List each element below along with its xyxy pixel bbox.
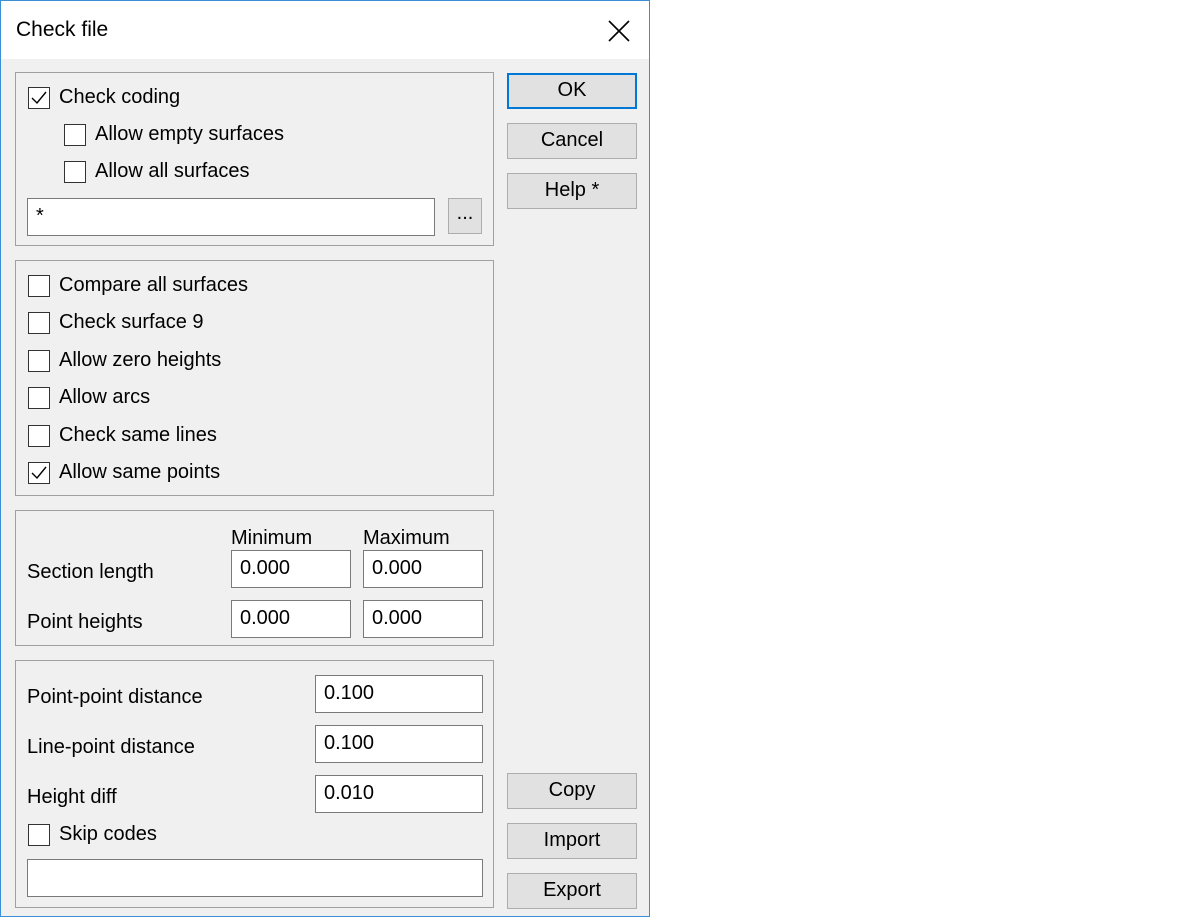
- import-button[interactable]: Import: [507, 823, 637, 859]
- check-file-dialog: Check file Check coding Allow empty surf…: [0, 0, 650, 917]
- ranges-group: Minimum Maximum Section length 0.000 0.0…: [15, 510, 494, 646]
- line-point-distance-label: Line-point distance: [27, 736, 195, 758]
- surface-filter-field[interactable]: *: [27, 198, 435, 236]
- tolerances-group: Point-point distance 0.100 Line-point di…: [15, 660, 494, 908]
- copy-button[interactable]: Copy: [507, 773, 637, 809]
- minimum-header: Minimum: [231, 527, 313, 549]
- point-point-distance-label: Point-point distance: [27, 686, 203, 708]
- point-heights-min-field[interactable]: 0.000: [231, 600, 351, 638]
- export-button[interactable]: Export: [507, 873, 637, 909]
- height-diff-field[interactable]: 0.010: [315, 775, 483, 813]
- title-bar: Check file: [1, 1, 649, 59]
- help-button[interactable]: Help *: [507, 173, 637, 209]
- checkmark-icon: [31, 91, 47, 105]
- maximum-header: Maximum: [363, 527, 450, 549]
- line-point-distance-field[interactable]: 0.100: [315, 725, 483, 763]
- point-heights-label: Point heights: [27, 611, 143, 633]
- cancel-button[interactable]: Cancel: [507, 123, 637, 159]
- section-length-label: Section length: [27, 561, 154, 583]
- browse-button[interactable]: ...: [448, 198, 482, 234]
- ok-button[interactable]: OK: [507, 73, 637, 109]
- point-point-distance-field[interactable]: 0.100: [315, 675, 483, 713]
- section-length-min-field[interactable]: 0.000: [231, 550, 351, 588]
- close-button[interactable]: [599, 11, 639, 51]
- height-diff-label: Height diff: [27, 786, 117, 808]
- checkmark-icon: [31, 466, 47, 480]
- checks-group: Compare all surfaces Check surface 9 All…: [15, 260, 494, 496]
- close-icon: [608, 20, 630, 42]
- skip-codes-field[interactable]: [27, 859, 483, 897]
- point-heights-max-field[interactable]: 0.000: [363, 600, 483, 638]
- coding-group: Check coding Allow empty surfaces Allow …: [15, 72, 494, 246]
- dialog-title: Check file: [16, 18, 109, 41]
- section-length-max-field[interactable]: 0.000: [363, 550, 483, 588]
